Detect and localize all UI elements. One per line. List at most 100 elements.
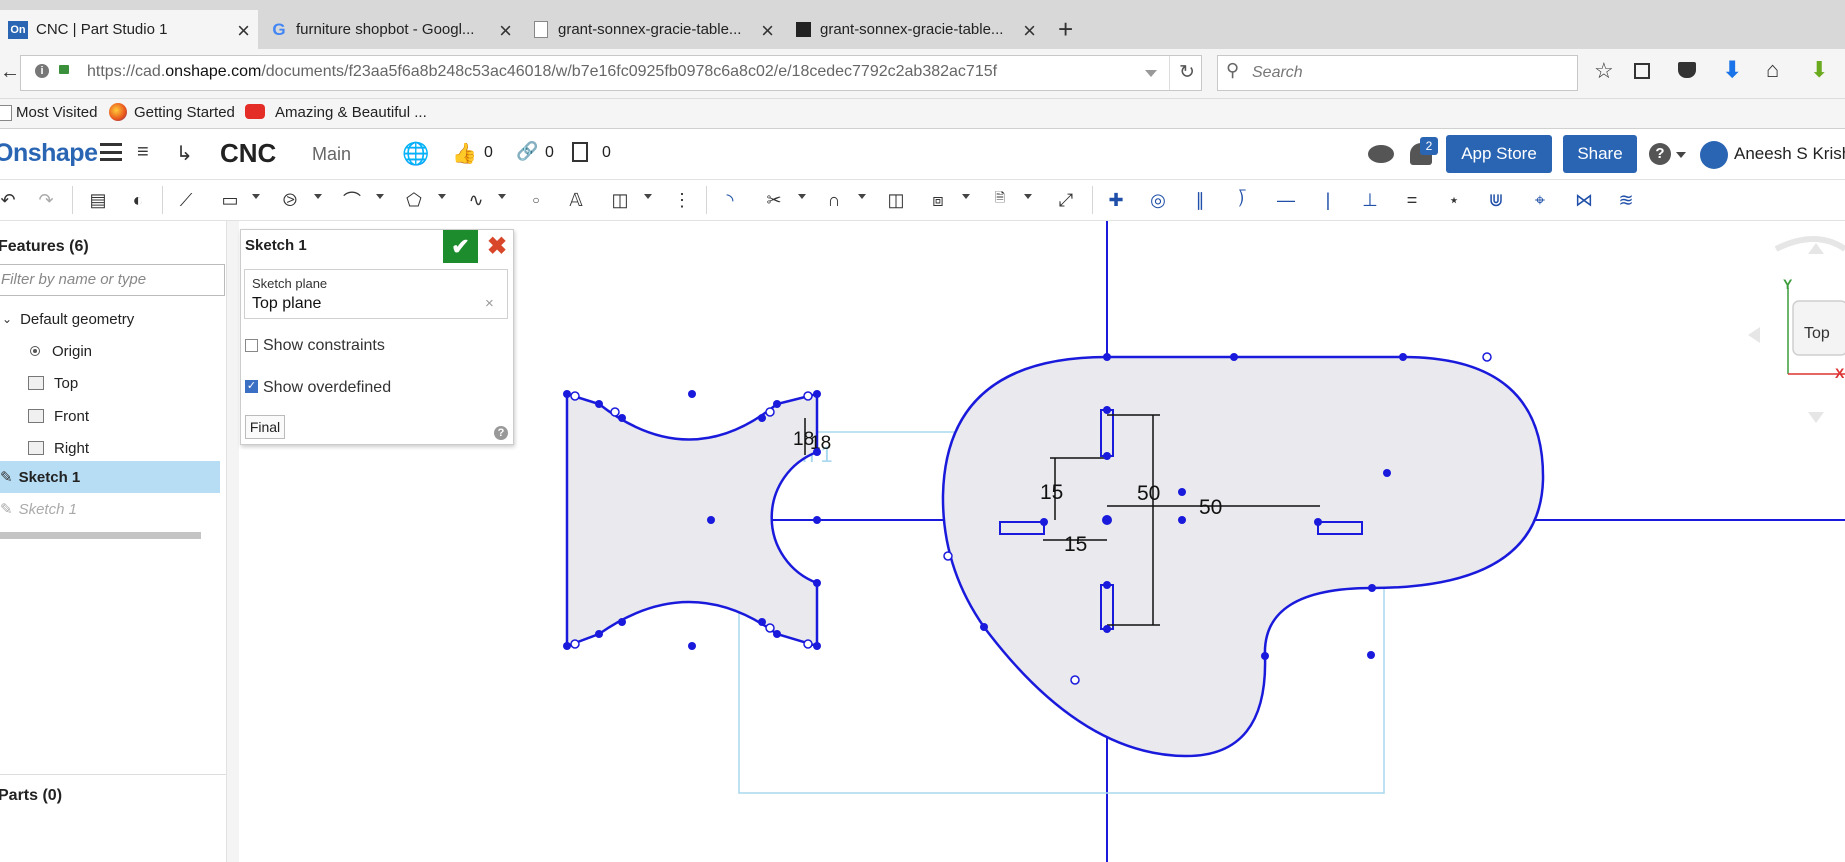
bookmark-most-visited[interactable]: Most Visited xyxy=(16,104,97,121)
circle-icon[interactable]: ⧁ xyxy=(276,186,304,214)
redo-icon[interactable]: ↷ xyxy=(32,186,60,214)
mirror-icon[interactable]: ◫ xyxy=(882,186,910,214)
user-name[interactable]: Aneesh S Krish xyxy=(1734,144,1845,164)
equal-icon[interactable]: = xyxy=(1398,186,1426,214)
tab-gracie-table-1[interactable]: grant-sonnex-gracie-table... × xyxy=(524,10,782,49)
view-cube[interactable]: Top Y X xyxy=(1748,221,1845,431)
help-icon[interactable]: ? xyxy=(494,426,508,440)
insert-icon[interactable]: ↳ xyxy=(176,141,193,166)
chevron-down-icon[interactable] xyxy=(644,194,652,199)
avatar[interactable] xyxy=(1700,141,1728,169)
workspace-name[interactable]: Main xyxy=(312,144,351,165)
vertical-icon[interactable]: | xyxy=(1314,186,1342,214)
feature-filter-input[interactable]: Filter by name or type xyxy=(0,264,225,296)
reading-list-icon[interactable] xyxy=(1634,63,1650,79)
dxf-import-icon[interactable]: 🗎 xyxy=(986,186,1014,214)
extension-icon[interactable]: ⬇ xyxy=(1810,57,1828,83)
chevron-down-icon[interactable] xyxy=(798,194,806,199)
show-overdefined-label[interactable]: Show overdefined xyxy=(263,379,391,397)
feature-right-plane[interactable]: Right xyxy=(0,432,220,464)
help-icon[interactable]: ? xyxy=(1649,143,1671,165)
chevron-down-icon[interactable] xyxy=(858,194,866,199)
parallel-icon[interactable]: ∥ xyxy=(1186,186,1214,214)
chevron-down-icon[interactable] xyxy=(498,194,506,199)
offset-icon[interactable]: ∩ xyxy=(820,186,848,214)
transform-icon[interactable]: ⧈ xyxy=(924,186,952,214)
text-icon[interactable]: 𝔸 xyxy=(562,186,590,214)
bookmark-getting-started[interactable]: Getting Started xyxy=(134,104,235,121)
polygon-icon[interactable]: ⬠ xyxy=(400,186,428,214)
chevron-down-icon[interactable] xyxy=(1024,194,1032,199)
dimension-icon[interactable]: ⤢ xyxy=(1052,186,1080,214)
close-icon[interactable]: × xyxy=(1023,18,1036,44)
curvature-icon[interactable]: ⌖ xyxy=(1526,186,1554,214)
undo-icon[interactable]: ↶ xyxy=(0,186,22,214)
chevron-down-icon[interactable] xyxy=(252,194,260,199)
chevron-down-icon[interactable]: ⌄ xyxy=(2,312,12,326)
chevron-down-icon[interactable] xyxy=(314,194,322,199)
chevron-down-icon[interactable] xyxy=(962,194,970,199)
close-icon[interactable]: × xyxy=(237,18,250,44)
comment-icon[interactable] xyxy=(1368,145,1394,163)
like-icon[interactable]: 👍 xyxy=(452,141,477,166)
feature-sketch-1-rollback[interactable]: ✎ Sketch 1 xyxy=(0,493,220,525)
tab-google-search[interactable]: G furniture shopbot - Googl... × xyxy=(262,10,520,49)
home-icon[interactable]: ⌂ xyxy=(1766,57,1779,83)
new-tab-button[interactable]: + xyxy=(1058,14,1073,45)
panel-scrollbar[interactable] xyxy=(226,221,239,862)
cancel-button[interactable]: ✖ xyxy=(481,230,513,263)
close-icon[interactable]: × xyxy=(761,18,774,44)
coincident-icon[interactable]: ✚ xyxy=(1102,186,1130,214)
onshape-logo[interactable]: Onshape xyxy=(0,139,98,168)
globe-icon[interactable]: 🌐 xyxy=(402,141,429,167)
url-bar[interactable]: i https://cad.onshape.com/documents/f23a… xyxy=(20,55,1202,91)
search-bar[interactable]: ⚲ Search xyxy=(1217,55,1578,91)
feature-origin[interactable]: Origin xyxy=(0,335,220,367)
show-constraints-label[interactable]: Show constraints xyxy=(263,337,385,355)
sketch-plane-field[interactable]: Sketch plane Top plane × xyxy=(244,269,508,319)
copy-icon[interactable] xyxy=(572,142,588,162)
tab-cnc-part-studio[interactable]: On CNC | Part Studio 1 × xyxy=(0,10,258,49)
star-icon[interactable]: ☆ xyxy=(1594,58,1614,84)
rollback-bar[interactable] xyxy=(0,532,201,539)
link-icon[interactable]: 🔗 xyxy=(516,141,538,162)
symmetric-icon[interactable]: ⋈ xyxy=(1570,186,1598,214)
fillet-icon[interactable]: ◝ xyxy=(716,186,744,214)
concentric-icon[interactable]: ◎ xyxy=(1144,186,1172,214)
normal-icon[interactable]: ⋓ xyxy=(1482,186,1510,214)
document-name[interactable]: CNC xyxy=(220,138,276,169)
horizontal-icon[interactable]: — xyxy=(1272,186,1300,214)
app-store-button[interactable]: App Store xyxy=(1446,135,1552,173)
tangent-icon[interactable]: ⟌ xyxy=(1228,186,1256,214)
info-icon[interactable]: i xyxy=(35,64,49,78)
perpendicular-icon[interactable]: ⊥ xyxy=(1356,186,1384,214)
chevron-down-icon[interactable] xyxy=(438,194,446,199)
reload-icon[interactable]: ↻ xyxy=(1179,61,1195,84)
bookmark-amazing-beautiful[interactable]: Amazing & Beautiful ... xyxy=(275,104,427,121)
rectangle-icon[interactable]: ▭ xyxy=(216,186,244,214)
show-constraints-checkbox[interactable] xyxy=(245,339,258,352)
view-cube-face-label[interactable]: Top xyxy=(1804,325,1830,343)
menu-icon[interactable] xyxy=(100,143,122,161)
midpoint-icon[interactable]: ⋆ xyxy=(1440,186,1468,214)
midpoint-line-icon[interactable]: ⋮ xyxy=(668,186,696,214)
help-dropdown-icon[interactable] xyxy=(1676,152,1686,158)
share-button[interactable]: Share xyxy=(1563,135,1637,173)
pocket-icon[interactable] xyxy=(1678,62,1696,78)
download-icon[interactable]: ⬇ xyxy=(1723,57,1741,83)
point-icon[interactable]: ○ xyxy=(522,186,550,214)
show-overdefined-checkbox[interactable]: ✓ xyxy=(245,380,258,393)
back-arrow-icon[interactable]: ← xyxy=(0,61,20,84)
view-cube-graphic[interactable] xyxy=(1748,221,1845,431)
feature-top-plane[interactable]: Top xyxy=(0,367,220,399)
close-icon[interactable]: × xyxy=(499,18,512,44)
trim-icon[interactable]: ✂ xyxy=(760,186,788,214)
clear-icon[interactable]: × xyxy=(485,295,494,312)
arc-icon[interactable]: ⌒ xyxy=(338,186,366,214)
feature-default-geometry[interactable]: ⌄ Default geometry xyxy=(0,303,220,335)
chevron-down-icon[interactable] xyxy=(376,194,384,199)
construction-icon[interactable]: ◫ xyxy=(606,186,634,214)
tab-gracie-table-2[interactable]: grant-sonnex-gracie-table... × xyxy=(786,10,1044,49)
version-graph-icon[interactable]: ≡ xyxy=(137,141,149,164)
view-normal-icon[interactable]: ◐ xyxy=(124,186,152,214)
